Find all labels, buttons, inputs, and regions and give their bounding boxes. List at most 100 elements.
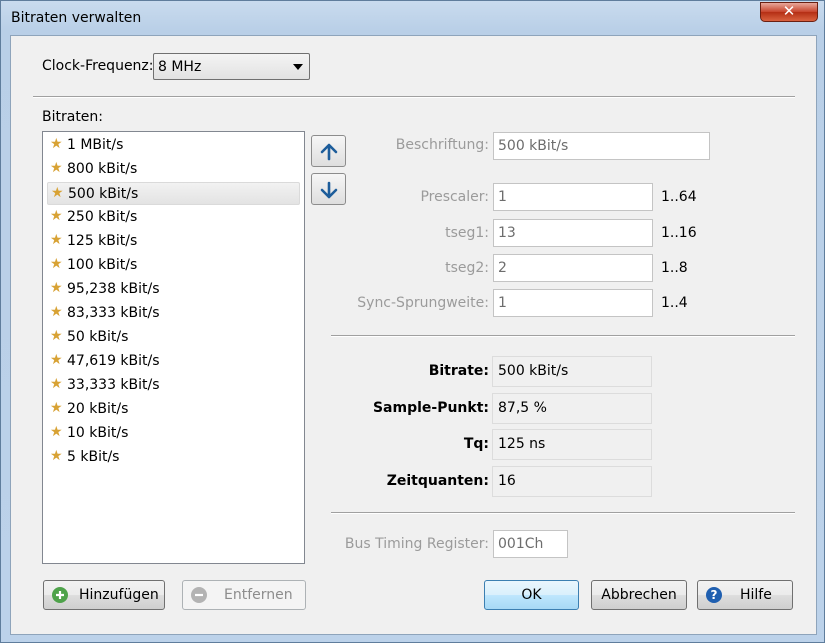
tseg2-input[interactable]: 2 [493,254,653,282]
star-icon: ★ [50,232,63,248]
minus-circle-icon [191,587,207,603]
star-icon: ★ [50,256,63,272]
star-icon: ★ [50,328,63,344]
prescaler-label: Prescaler: [420,189,489,205]
time-quanta-label: Zeitquanten: [386,473,489,489]
sample-point-value: 87,5 % [498,400,547,416]
list-item[interactable]: ★ 500 kBit/s [47,182,300,205]
clock-frequency-select[interactable]: 8 MHz [153,53,310,80]
list-item-label: 20 kBit/s [67,401,129,417]
prescaler-range: 1..64 [661,189,697,205]
add-button[interactable]: Hinzufügen [43,580,165,610]
list-item-label: 125 kBit/s [67,233,138,249]
list-item[interactable]: ★ 10 kBit/s [47,422,300,445]
bus-timing-register-label: Bus Timing Register: [344,536,489,552]
list-item-label: 800 kBit/s [67,161,138,177]
sjw-range: 1..4 [661,295,688,311]
star-icon: ★ [50,352,63,368]
list-item[interactable]: ★ 20 kBit/s [47,398,300,421]
time-quanta-field: 16 [492,466,652,497]
chevron-down-icon [293,64,303,70]
list-item-label: 500 kBit/s [68,186,139,202]
dialog-window: Bitraten verwalten ✕ Clock-Frequenz: 8 M… [0,0,825,643]
list-item-label: 1 MBit/s [67,137,124,153]
list-item-label: 95,238 kBit/s [67,281,160,297]
ok-button[interactable]: OK [484,580,579,610]
list-item[interactable]: ★ 95,238 kBit/s [47,278,300,301]
star-icon: ★ [50,160,63,176]
close-button[interactable]: ✕ [760,2,818,22]
help-icon: ? [706,587,722,603]
prescaler-value: 1 [498,189,507,205]
star-icon: ★ [50,304,63,320]
list-item-label: 47,619 kBit/s [67,353,160,369]
list-item[interactable]: ★ 1 MBit/s [47,134,300,157]
ok-button-label: OK [521,587,542,603]
arrow-down-icon [320,181,338,199]
list-item-label: 100 kBit/s [67,257,138,273]
sjw-label: Sync-Sprungweite: [357,295,489,311]
beschriftung-value: 500 kBit/s [498,138,569,154]
tseg1-label: tseg1: [445,225,489,241]
bitrate-field: 500 kBit/s [492,356,652,387]
divider [33,96,795,98]
bus-timing-register-field: 001Ch [493,530,568,558]
beschriftung-label: Beschriftung: [395,137,489,153]
list-item-label: 33,333 kBit/s [67,377,160,393]
tq-label: Tq: [463,436,489,452]
tq-value: 125 ns [498,436,546,452]
star-icon: ★ [51,185,64,201]
sample-point-label: Sample-Punkt: [372,400,489,416]
star-icon: ★ [50,136,63,152]
star-icon: ★ [50,376,63,392]
star-icon: ★ [50,448,63,464]
list-item[interactable]: ★ 125 kBit/s [47,230,300,253]
sjw-input[interactable]: 1 [493,289,653,317]
help-button[interactable]: ? Hilfe [697,580,793,610]
clock-frequency-label: Clock-Frequenz: [42,58,154,74]
plus-circle-icon [52,587,68,603]
tseg1-range: 1..16 [661,225,697,241]
cancel-button-label: Abbrechen [601,587,677,603]
star-icon: ★ [50,280,63,296]
list-item[interactable]: ★ 50 kBit/s [47,326,300,349]
remove-button[interactable]: Entfernen [182,580,306,610]
window-title: Bitraten verwalten [11,10,142,26]
sample-point-field: 87,5 % [492,393,652,424]
beschriftung-input[interactable]: 500 kBit/s [493,132,710,160]
tseg1-input[interactable]: 13 [493,219,653,247]
tq-field: 125 ns [492,429,652,460]
list-item[interactable]: ★ 5 kBit/s [47,446,300,469]
close-icon: ✕ [782,2,796,20]
help-button-label: Hilfe [740,587,772,603]
clock-frequency-value: 8 MHz [158,59,202,75]
list-item[interactable]: ★ 33,333 kBit/s [47,374,300,397]
tseg2-range: 1..8 [661,260,688,276]
tseg2-value: 2 [498,260,507,276]
tseg2-label: tseg2: [445,260,489,276]
list-item[interactable]: ★ 100 kBit/s [47,254,300,277]
list-item[interactable]: ★ 83,333 kBit/s [47,302,300,325]
list-item-label: 10 kBit/s [67,425,129,441]
star-icon: ★ [50,424,63,440]
bitrates-list[interactable]: ★ 1 MBit/s ★ 800 kBit/s ★ 500 kBit/s ★ 250 kBit… [42,131,305,564]
move-up-button[interactable] [311,135,346,167]
list-item[interactable]: ★ 250 kBit/s [47,206,300,229]
add-button-label: Hinzufügen [79,587,159,603]
divider [331,335,795,337]
bitrates-label: Bitraten: [42,109,104,125]
list-item[interactable]: ★ 47,619 kBit/s [47,350,300,373]
bus-timing-register-value: 001Ch [498,536,544,552]
list-item-label: 5 kBit/s [67,449,120,465]
dialog-body: Clock-Frequenz: 8 MHz Bitraten: ★ 1 MBit/… [10,35,817,635]
list-item[interactable]: ★ 800 kBit/s [47,158,300,181]
move-down-button[interactable] [311,173,346,205]
star-icon: ★ [50,208,63,224]
title-bar[interactable]: Bitraten verwalten ✕ [1,1,824,35]
prescaler-input[interactable]: 1 [493,183,653,211]
list-item-label: 50 kBit/s [67,329,129,345]
star-icon: ★ [50,400,63,416]
cancel-button[interactable]: Abbrechen [591,580,687,610]
sjw-value: 1 [498,295,507,311]
divider [331,512,795,514]
